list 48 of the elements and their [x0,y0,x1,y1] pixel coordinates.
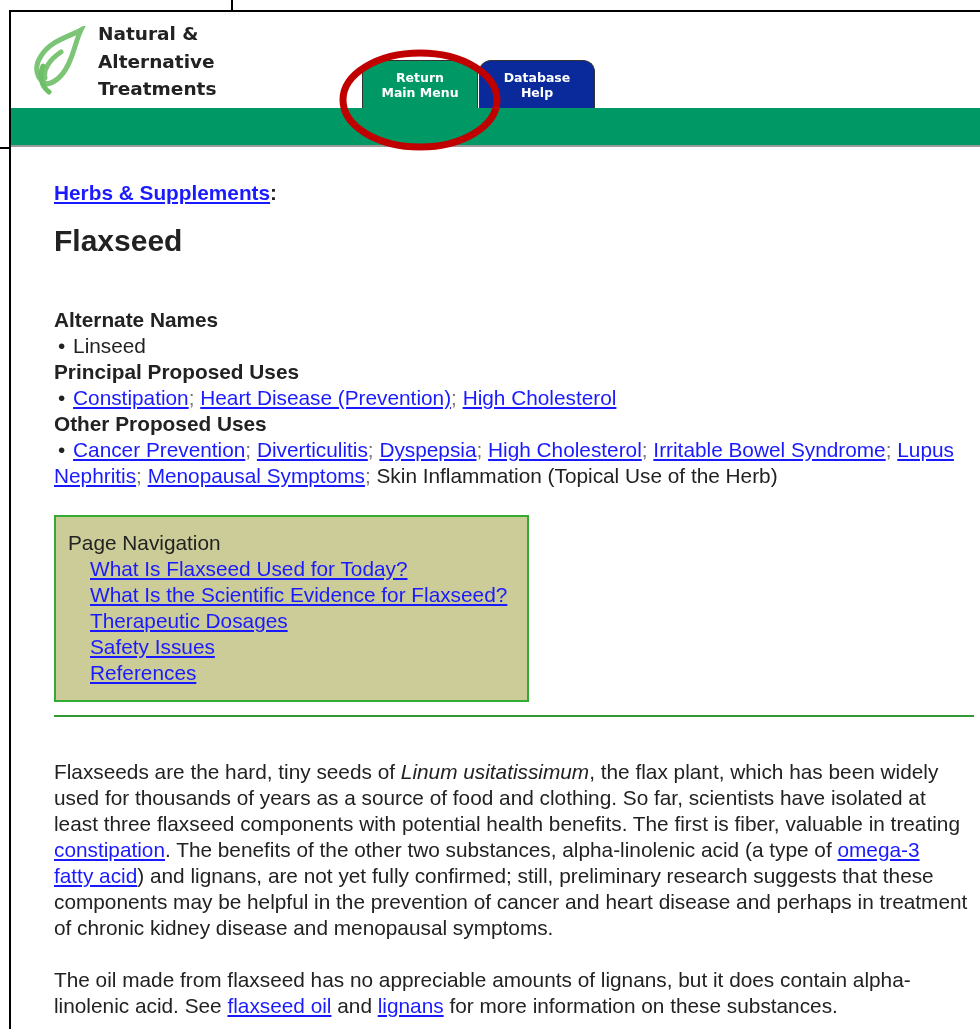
breadcrumb-link[interactable]: Herbs & Supplements [54,181,271,204]
section-heading: Principal Proposed Uses [54,359,301,385]
topic-link[interactable]: Constipation [73,386,189,409]
body-paragraph: Flaxseeds are the hard, tiny seeds of Linum usitatissimum, the flax plant, which has been widely used for thousands of years as a source of food and clothing. So far, scientists have isolated at least three flaxseed components with potential health benefits. The first is fiber, valuable in treating constipation. The benefits of the other two substances, alpha-linolenic acid (a type of omega-3 fatty acid) and lignans, are not yet fully confirmed; still, preliminary research suggests that these components may be helpful in the prevention of cancer and heart disease and perhaps in treatment of chronic kidney disease and menopausal symptoms. [54,759,969,941]
navigation-link[interactable]: Therapeutic Dosages [90,609,288,632]
separator: ; [245,438,252,461]
topic-text: Skin Inflammation (Topical Use of the Herb) [376,464,778,487]
separator: ; [364,464,371,487]
separator: ; [641,438,648,461]
topic-link[interactable]: Heart Disease (Prevention) [200,386,452,409]
navigation-link[interactable]: What Is the Scientific Evidence for Flaxseed? [90,583,508,606]
topic-text: Linseed [73,334,146,357]
topic-link[interactable]: High Cholesterol [488,438,642,461]
page-title: Flaxseed [54,226,184,256]
inline-link[interactable]: lignans [377,994,444,1017]
section-heading: Other Proposed Uses [54,411,268,437]
bullet: • [58,438,66,461]
topic-link[interactable]: Irritable Bowel Syndrome [653,438,886,461]
body-paragraph: The oil made from flaxseed has no appreciable amounts of lignans, but it does contain alpha-linolenic acid. See flaxseed oil and lignans for more information on these substances. [54,967,912,1019]
navigation-link[interactable]: Safety Issues [90,635,215,658]
topic-link[interactable]: High Cholesterol [462,386,617,409]
section-heading: Alternate Names [54,307,220,333]
topic-link[interactable]: Diverticulitis [256,438,368,461]
separator: ; [885,438,892,461]
breadcrumb-colon: : [270,181,278,204]
inline-link[interactable]: flaxseed oil [227,994,332,1017]
separator: ; [136,464,142,487]
separator: ; [188,386,195,409]
nav-tab[interactable]: Database Help [479,60,595,108]
separator: ; [451,386,457,409]
inline-link[interactable]: constipation [54,838,165,861]
leaf-logo-icon [31,26,87,98]
separator: ; [476,438,483,461]
topic-link[interactable]: Lupus [897,438,954,461]
topic-link[interactable]: Menopausal Symptoms [147,464,365,487]
topic-link[interactable]: Nephritis [54,464,137,487]
navigation-link[interactable]: What Is Flaxseed Used for Today? [90,557,408,580]
topic-link[interactable]: Cancer Prevention [73,438,246,461]
nav-tab[interactable]: Return Main Menu [362,60,478,108]
bullet: • [58,386,66,409]
topic-link[interactable]: Dyspepsia [379,438,477,461]
separator: ; [367,438,374,461]
inline-link[interactable]: omega-3 [837,838,920,861]
navigation-link[interactable]: References [90,661,197,684]
site-logo-text: Natural & Alternative Treatments [98,22,217,101]
inline-link[interactable]: fatty acid [54,864,138,887]
navigation-title: Page Navigation [68,530,222,556]
bullet: • [58,334,66,357]
